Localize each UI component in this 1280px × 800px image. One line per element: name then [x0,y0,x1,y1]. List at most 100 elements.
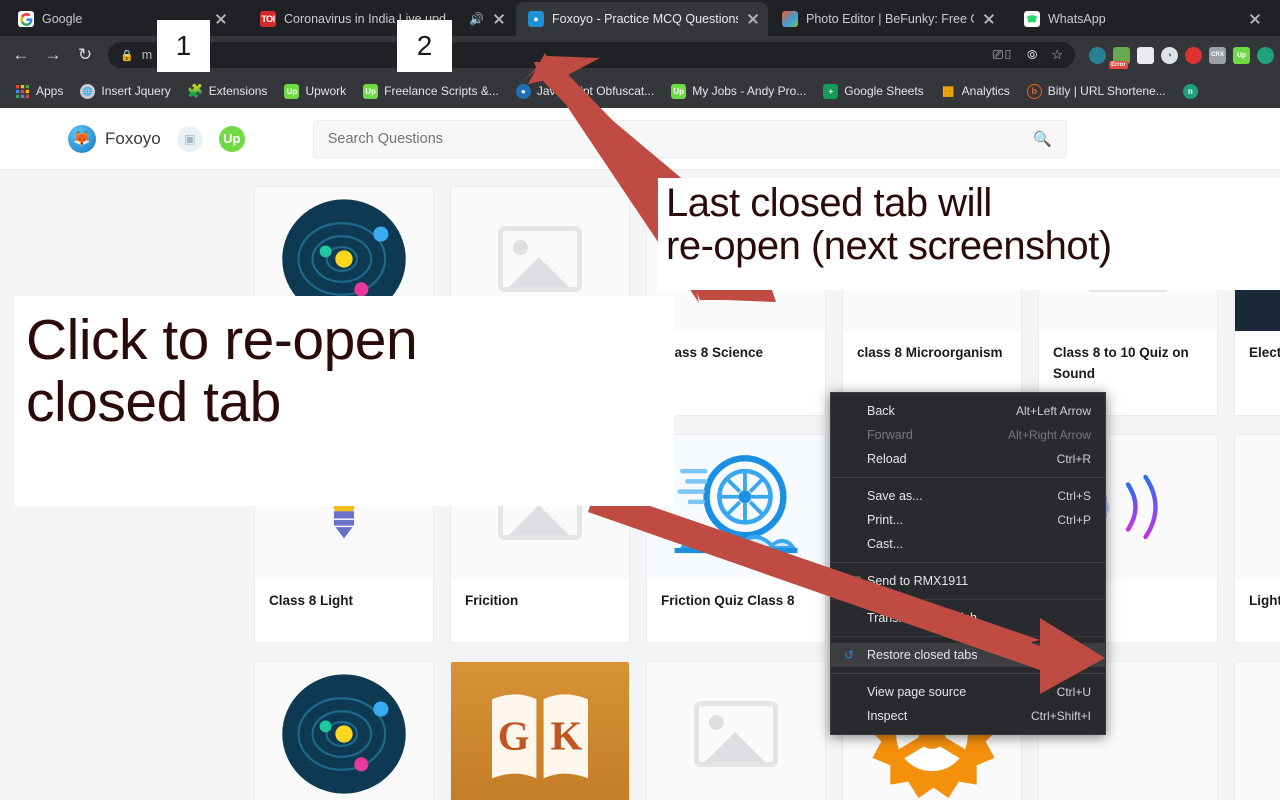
context-menu-item-back[interactable]: Back Alt+Left Arrow [831,399,1105,423]
search-input[interactable] [327,130,1026,147]
browser-tab-whatsapp[interactable]: ☎ WhatsApp [1012,2,1270,36]
ext-moon-icon[interactable]: ◑ [1161,46,1178,64]
context-menu-accel: Ctrl+R [1056,452,1091,466]
card-title: Light Quiz [1249,592,1280,608]
callout-main-line1: Click to re-open [26,308,418,372]
reload-icon[interactable]: ↻ [70,40,100,70]
context-menu-label: Print... [867,513,904,527]
site-logo[interactable]: 🦊 Foxoyo [68,124,161,153]
image-placeholder-icon [498,226,582,292]
devices-icon: ⎚▯ [844,574,863,588]
context-menu-separator [831,477,1105,478]
context-menu-item-inspect[interactable]: Inspect Ctrl+Shift+I [831,704,1105,728]
card-placeholder-3[interactable] [646,660,826,800]
ext-upwork-icon[interactable]: Up [1233,46,1250,64]
foxoyo-icon: ● [528,11,544,27]
context-menu-label: Translate to English [867,611,978,625]
bookmark-analytics[interactable]: ▩ Analytics [934,81,1017,102]
context-menu-accel: Ctrl+S [1057,489,1091,503]
bookmark-google-sheets[interactable]: + Google Sheets [816,81,930,102]
upwork-badge-icon[interactable]: Up [218,125,245,152]
bookmark-freelance-scripts[interactable]: Up Freelance Scripts &... [356,81,506,102]
card-thumbnail [1235,661,1280,800]
bookmark-label: Upwork [305,84,347,98]
ext-error-badge: Error [1109,60,1128,69]
tab-close-icon[interactable] [1248,12,1262,26]
ext-mail-icon[interactable] [1137,46,1154,64]
card-thumbnail [255,661,433,800]
context-menu-item-restore-closed-tabs[interactable]: ↺ Restore closed tabs [831,643,1105,667]
svg-text:K: K [551,713,583,758]
ghost-app-icon[interactable]: ▣ [176,125,203,152]
context-menu-item-forward: Forward Alt+Right Arrow [831,423,1105,447]
bookmark-javascript-obfuscator[interactable]: ● JavaScript Obfuscat... [509,81,661,102]
context-menu-item-save-as[interactable]: Save as... Ctrl+S [831,484,1105,508]
solar-system-icon [282,674,406,794]
omnibox-actions: ⎚▯ ⦾ ☆ [993,47,1063,63]
context-menu-label: Cast... [867,537,904,551]
context-menu-item-translate[interactable]: Translate to English [831,606,1105,630]
browser-tab-coronavirus[interactable]: TOI Coronavirus in India Live upd 🔊 [248,2,514,36]
tab-close-icon[interactable] [492,12,506,26]
ext-globe-icon[interactable] [1089,46,1106,64]
context-menu-separator [831,673,1105,674]
bookmark-label: JavaScript Obfuscat... [536,84,655,98]
bitly-icon: b [1026,83,1042,99]
card-light-quiz[interactable]: Light Quiz [1234,433,1280,643]
bookmark-upwork[interactable]: Up Upwork [277,81,353,102]
card-thumbnail [647,661,825,800]
ext-upwork-label: Up [1236,51,1247,59]
tab-close-icon[interactable] [214,12,228,26]
upwork-badge-label: Up [223,131,241,146]
context-menu-label: Back [867,404,895,418]
restore-icon: ↺ [844,648,855,662]
forward-arrow-icon[interactable]: → [38,40,68,70]
bookmark-label: Bitly | URL Shortene... [1047,84,1166,98]
tab-mute-icon[interactable]: 🔊 [469,13,484,25]
context-menu-separator [831,562,1105,563]
ext-pokeball-icon[interactable] [1185,46,1202,64]
context-menu-item-print[interactable]: Print... Ctrl+P [831,508,1105,532]
ext-green-circle-icon[interactable] [1257,46,1274,64]
gk-book-icon: G K [492,694,588,779]
back-arrow-icon[interactable]: ← [6,40,36,70]
bookmark-bitly[interactable]: b Bitly | URL Shortene... [1020,81,1173,102]
tab-close-icon[interactable] [982,12,996,26]
js-obfuscator-icon: ● [515,83,531,99]
search-questions-box[interactable]: 🔍 [312,119,1067,158]
account-circle-icon[interactable]: ⦾ [1027,47,1037,63]
puzzle-icon: 🧩 [187,83,204,98]
card-title: class 8 Microorganism [857,345,1003,360]
browser-tab-foxoyo[interactable]: ● Foxoyo - Practice MCQ Questions [516,2,768,36]
context-menu-item-view-page-source[interactable]: View page source Ctrl+U [831,680,1105,704]
tab-title: Foxoyo - Practice MCQ Questions [552,12,738,26]
bookmark-insert-jquery[interactable]: 🌐 Insert Jquery [73,81,177,102]
context-menu-accel: Ctrl+U [1056,685,1091,699]
bookmark-my-jobs[interactable]: Up My Jobs - Andy Pro... [664,81,813,102]
context-menu-item-send-to-device[interactable]: ⎚▯ Send to RMX1911 [831,569,1105,593]
star-icon[interactable]: ☆ [1051,47,1063,63]
bookmark-teal[interactable]: n [1176,81,1211,102]
context-menu-item-reload[interactable]: Reload Ctrl+R [831,447,1105,471]
bookmark-extensions[interactable]: 🧩 Extensions [181,81,275,102]
svg-text:G: G [498,713,530,758]
cast-icon[interactable]: ⎚▯ [993,47,1013,63]
context-menu-item-cast[interactable]: Cast... [831,532,1105,556]
ext-error-icon[interactable]: Error [1109,46,1130,69]
teal-circle-icon: n [1182,83,1198,99]
browser-tab-befunky[interactable]: Photo Editor | BeFunky: Free Onli [770,2,1004,36]
ext-crx-icon[interactable]: CRX [1209,46,1226,64]
sheets-icon: + [823,83,839,99]
card-solar-2[interactable] [254,660,434,800]
address-bar-url: m [141,48,153,62]
card-title: Electricity class 8 [1249,345,1280,360]
bookmark-label: Freelance Scripts &... [384,84,499,98]
card-blank-2[interactable] [1234,660,1280,800]
card-gk-book[interactable]: G K [450,660,630,800]
address-bar[interactable]: 🔒 m ⎚▯ ⦾ ☆ [108,42,1075,68]
analytics-bars-icon: ▩ [942,83,955,98]
callout-side-line1: Last closed tab will [666,181,992,225]
search-icon[interactable]: 🔍 [1033,130,1052,148]
tab-close-icon[interactable] [746,12,760,26]
bookmark-apps[interactable]: Apps [8,81,70,102]
